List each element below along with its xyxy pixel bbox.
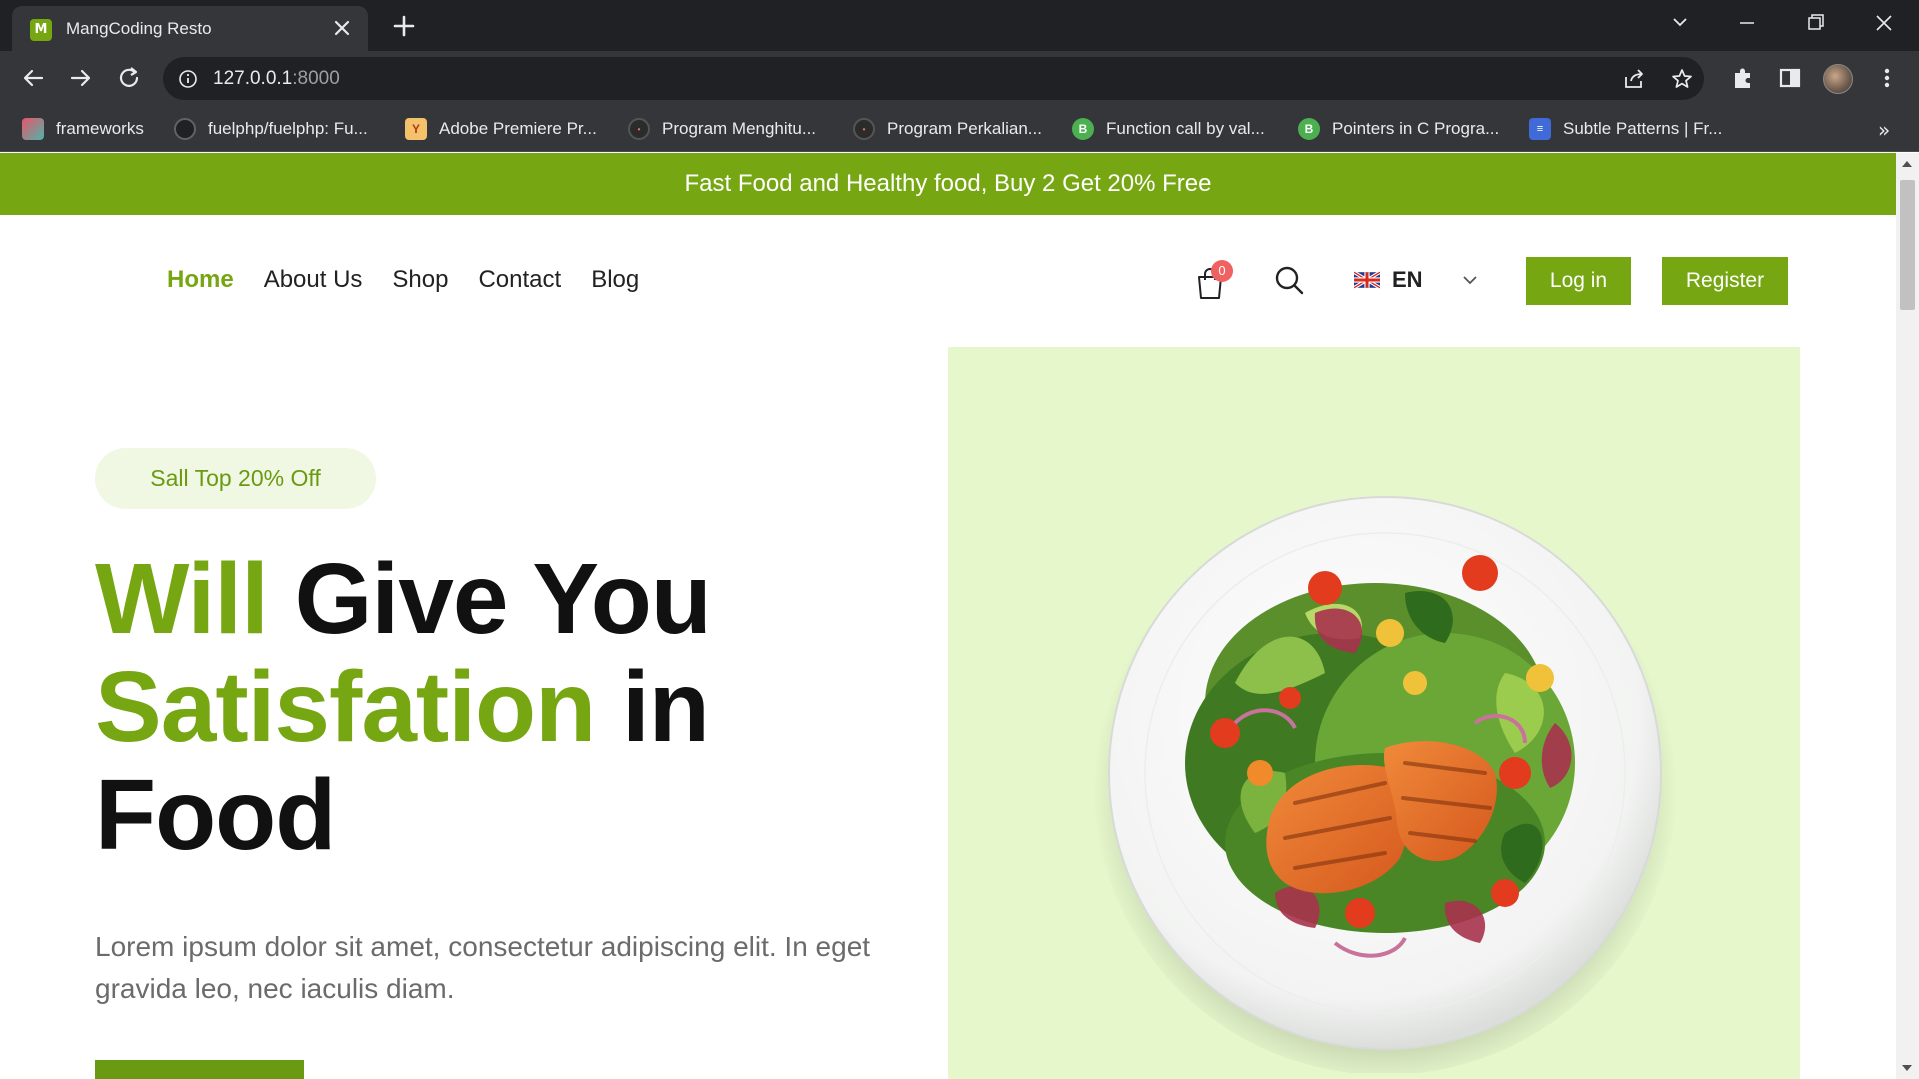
minimize-icon[interactable] bbox=[1729, 8, 1765, 38]
reload-icon[interactable] bbox=[114, 63, 144, 93]
github-icon bbox=[174, 118, 196, 140]
uk-flag-icon[interactable] bbox=[1354, 271, 1380, 289]
site-icon: • bbox=[628, 118, 650, 140]
nav-shop[interactable]: Shop bbox=[392, 266, 448, 294]
y-icon: Y bbox=[405, 118, 427, 140]
browser-toolbar: 127.0.0.1:8000 bbox=[0, 51, 1919, 106]
bookmark-label: Subtle Patterns | Fr... bbox=[1563, 119, 1723, 138]
side-panel-icon[interactable] bbox=[1776, 64, 1804, 92]
scrollbar-thumb[interactable] bbox=[1900, 180, 1915, 310]
nav-blog[interactable]: Blog bbox=[591, 266, 639, 294]
bookmark-label: Program Menghitu... bbox=[662, 119, 817, 138]
browser-tabstrip: M MangCoding Resto bbox=[0, 0, 1919, 51]
back-icon[interactable] bbox=[18, 63, 48, 93]
scroll-down-arrow-icon[interactable] bbox=[1902, 1065, 1912, 1071]
bookmark-item[interactable]: B Function call by val... bbox=[1072, 116, 1265, 142]
bookmark-item[interactable]: B Pointers in C Progra... bbox=[1298, 116, 1499, 142]
search-icon[interactable] bbox=[1274, 265, 1304, 295]
address-bar[interactable]: 127.0.0.1:8000 bbox=[163, 57, 1704, 100]
bookmark-label: Program Perkalian... bbox=[887, 119, 1042, 138]
new-tab-icon[interactable] bbox=[390, 12, 418, 40]
bookmark-label: Pointers in C Progra... bbox=[1332, 119, 1500, 138]
profile-avatar[interactable] bbox=[1823, 64, 1853, 94]
hero-word-satisfation: Satisfation bbox=[95, 651, 596, 763]
restore-icon[interactable] bbox=[1797, 8, 1833, 38]
login-button[interactable]: Log in bbox=[1526, 257, 1631, 305]
browser-tab[interactable]: M MangCoding Resto bbox=[12, 6, 368, 51]
b-icon: B bbox=[1298, 118, 1320, 140]
menu-kebab-icon[interactable] bbox=[1873, 64, 1901, 92]
main-nav: Home About Us Shop Contact Blog bbox=[167, 266, 669, 294]
bookmark-label: Function call by val... bbox=[1106, 119, 1265, 138]
site-favicon-icon: M bbox=[30, 19, 52, 41]
nav-home[interactable]: Home bbox=[167, 266, 234, 294]
hero-word-will: Will bbox=[95, 543, 269, 655]
register-button[interactable]: Register bbox=[1662, 257, 1788, 305]
hero-word-food: Food bbox=[95, 759, 336, 871]
chevron-down-icon[interactable] bbox=[1461, 273, 1479, 287]
cart-count-badge: 0 bbox=[1211, 260, 1233, 282]
url-host: 127.0.0.1 bbox=[213, 68, 293, 89]
salmon-salad-plate-image bbox=[1093, 491, 1677, 1073]
bookmark-item[interactable]: Y Adobe Premiere Pr... bbox=[405, 116, 597, 142]
url-port: :8000 bbox=[292, 68, 340, 89]
bookmark-item[interactable]: frameworks bbox=[22, 116, 144, 142]
hero-word-in: in bbox=[595, 651, 710, 763]
hero-title: Will Give You Satisfation in Food bbox=[95, 545, 915, 869]
pattern-icon: ≡ bbox=[1529, 118, 1551, 140]
close-window-icon[interactable] bbox=[1866, 8, 1902, 38]
b-icon: B bbox=[1072, 118, 1094, 140]
page-scrollbar[interactable] bbox=[1896, 153, 1919, 1079]
more-bookmarks-button[interactable]: » bbox=[1878, 118, 1890, 142]
extensions-icon[interactable] bbox=[1729, 64, 1757, 92]
bookmark-star-icon[interactable] bbox=[1670, 67, 1694, 91]
hero-word-give-you: Give You bbox=[267, 543, 712, 655]
bookmark-label: frameworks bbox=[56, 119, 144, 138]
nav-contact[interactable]: Contact bbox=[478, 266, 561, 294]
scroll-up-arrow-icon[interactable] bbox=[1902, 161, 1912, 167]
hero-cta-button[interactable] bbox=[95, 1060, 304, 1079]
language-code[interactable]: EN bbox=[1392, 267, 1423, 293]
forward-icon[interactable] bbox=[66, 63, 96, 93]
bookmark-label: Adobe Premiere Pr... bbox=[439, 119, 597, 138]
promo-banner: Fast Food and Healthy food, Buy 2 Get 20… bbox=[0, 153, 1896, 215]
tab-title: MangCoding Resto bbox=[66, 19, 212, 38]
bookmark-label: fuelphp/fuelphp: Fu... bbox=[208, 119, 368, 138]
share-icon[interactable] bbox=[1622, 67, 1646, 91]
nav-about-us[interactable]: About Us bbox=[264, 266, 363, 294]
bookmark-item[interactable]: • Program Perkalian... bbox=[853, 116, 1042, 142]
close-tab-icon[interactable] bbox=[330, 16, 354, 40]
bookmarks-bar: frameworks fuelphp/fuelphp: Fu... Y Adob… bbox=[0, 106, 1919, 152]
site-icon: • bbox=[853, 118, 875, 140]
bookmark-item[interactable]: • Program Menghitu... bbox=[628, 116, 816, 142]
bookmark-item[interactable]: ≡ Subtle Patterns | Fr... bbox=[1529, 116, 1722, 142]
page-viewport: Fast Food and Healthy food, Buy 2 Get 20… bbox=[0, 153, 1896, 1079]
bookmark-item[interactable]: fuelphp/fuelphp: Fu... bbox=[174, 116, 368, 142]
sale-badge: Sall Top 20% Off bbox=[95, 448, 376, 509]
tab-search-icon[interactable] bbox=[1662, 8, 1698, 38]
url-text: 127.0.0.1:8000 bbox=[213, 68, 340, 90]
site-info-icon[interactable] bbox=[178, 69, 198, 89]
hero-description: Lorem ipsum dolor sit amet, consectetur … bbox=[95, 931, 871, 1004]
layers-icon bbox=[22, 118, 44, 140]
